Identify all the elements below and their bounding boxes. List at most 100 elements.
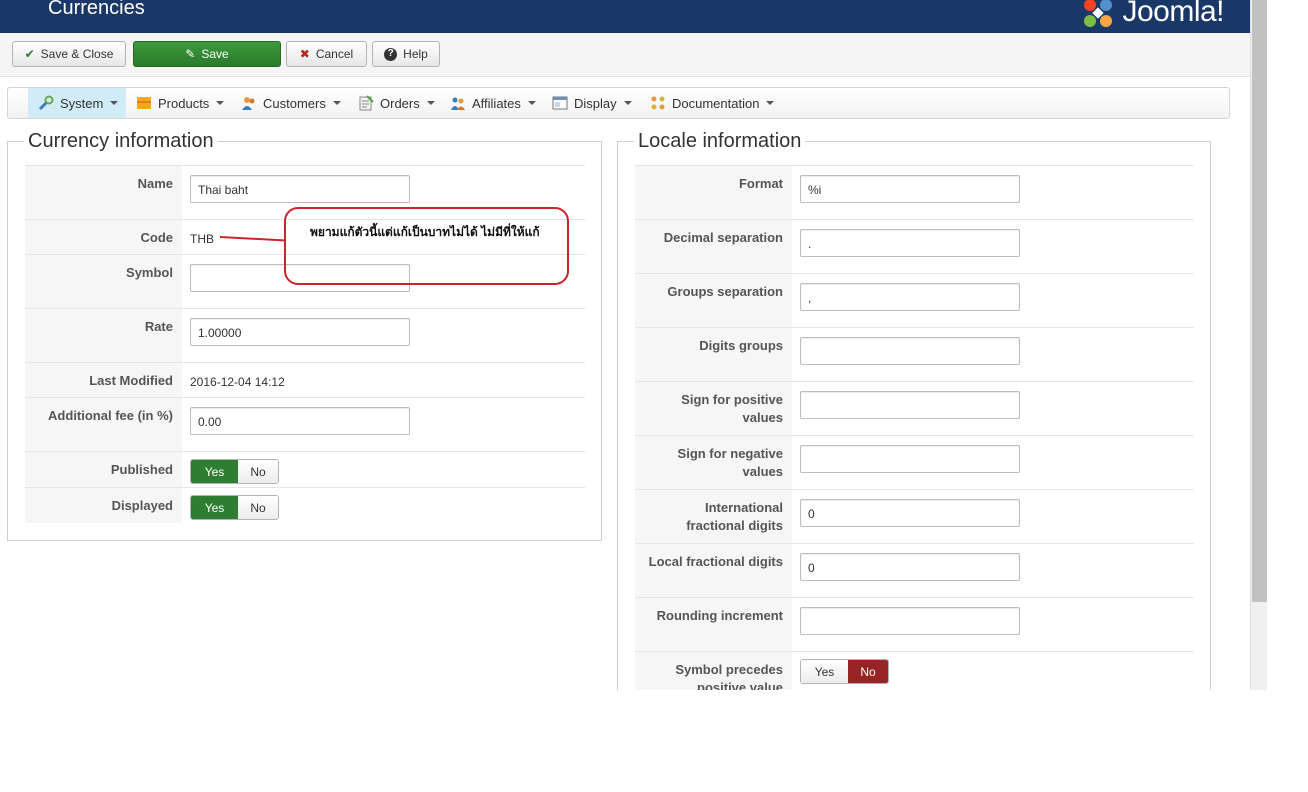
precedes-row: Symbol precedes positive value Yes No <box>635 651 1194 690</box>
local-input[interactable]: 0 <box>800 553 1020 581</box>
groups-row: Groups separation , <box>635 273 1194 327</box>
locale-fieldset: Locale information Format %i Decimal sep… <box>617 130 1211 690</box>
joomla-logo-text: Joomla! <box>1122 0 1224 28</box>
menu-display-label: Display <box>574 95 617 111</box>
intl-input[interactable]: 0 <box>800 499 1020 527</box>
precedes-yes-button[interactable]: Yes <box>801 660 848 683</box>
local-label: Local fractional digits <box>635 544 792 597</box>
symbol-label: Symbol <box>25 255 182 308</box>
caret-down-icon <box>110 101 119 105</box>
displayed-yes-button[interactable]: Yes <box>191 496 238 519</box>
page-title: Currencies <box>48 0 145 19</box>
caret-down-icon <box>623 101 632 105</box>
published-no-button[interactable]: No <box>238 460 278 483</box>
tools-icon <box>38 95 54 111</box>
format-row: Format %i <box>635 165 1194 219</box>
groups-input[interactable]: , <box>800 283 1020 311</box>
caret-down-icon <box>332 101 341 105</box>
published-label: Published <box>25 452 182 487</box>
name-label: Name <box>25 166 182 219</box>
joomla-logo[interactable]: Joomla! <box>1080 0 1224 30</box>
cancel-label: Cancel <box>315 47 354 61</box>
published-yes-button[interactable]: Yes <box>191 460 238 483</box>
code-label: Code <box>25 220 182 254</box>
menu-system-label: System <box>60 95 104 111</box>
menu-products[interactable]: Products <box>136 88 225 118</box>
published-row: Published Yes No <box>25 451 585 487</box>
cancel-icon: ✖ <box>299 47 310 61</box>
code-value: THB <box>190 232 214 246</box>
format-label: Format <box>635 166 792 219</box>
menu-system[interactable]: System <box>28 88 126 118</box>
caret-down-icon <box>766 101 775 105</box>
save-button[interactable]: ✎ Save <box>133 41 281 67</box>
rate-label: Rate <box>25 309 182 362</box>
local-row: Local fractional digits 0 <box>635 543 1194 597</box>
rounding-row: Rounding increment <box>635 597 1194 651</box>
check-icon: ✔ <box>24 47 35 61</box>
rate-row: Rate 1.00000 <box>25 308 585 362</box>
menu-orders[interactable]: Orders <box>358 88 435 118</box>
help-button[interactable]: ? Help <box>372 41 440 67</box>
fee-label: Additional fee (in %) <box>25 398 182 451</box>
positive-label: Sign for positive values <box>635 382 792 435</box>
page-viewport: Currencies Joomla! ✔ Save & Close ✎ Save… <box>0 0 1250 690</box>
caret-down-icon <box>527 101 536 105</box>
menu-display[interactable]: Display <box>552 88 632 118</box>
display-icon <box>552 95 568 111</box>
joomla-logo-icon <box>1084 0 1113 27</box>
digits-label: Digits groups <box>635 328 792 381</box>
edit-icon: ✎ <box>185 47 196 61</box>
currency-fieldset: Currency information Name Thai baht Code… <box>7 130 602 541</box>
save-close-label: Save & Close <box>40 47 114 61</box>
users-icon <box>241 95 257 111</box>
decimal-row: Decimal separation . <box>635 219 1194 273</box>
menu-affiliates-label: Affiliates <box>472 95 521 111</box>
box-icon <box>136 95 152 111</box>
precedes-label: Symbol precedes positive value <box>635 652 792 690</box>
name-input[interactable]: Thai baht <box>190 175 410 203</box>
locale-legend: Locale information <box>634 130 806 153</box>
save-label: Save <box>201 47 229 61</box>
displayed-no-button[interactable]: No <box>238 496 278 519</box>
negative-label: Sign for negative values <box>635 436 792 489</box>
displayed-toggle: Yes No <box>190 495 279 520</box>
digits-row: Digits groups <box>635 327 1194 381</box>
menu-orders-label: Orders <box>380 95 420 111</box>
menu-customers[interactable]: Customers <box>241 88 341 118</box>
groups-label: Groups separation <box>635 274 792 327</box>
fee-row: Additional fee (in %) 0.00 <box>25 397 585 451</box>
menu-documentation[interactable]: Documentation <box>650 88 775 118</box>
menu-products-label: Products <box>158 95 210 111</box>
negative-row: Sign for negative values <box>635 435 1194 489</box>
scrollbar-thumb[interactable] <box>1252 0 1267 602</box>
negative-input[interactable] <box>800 445 1020 473</box>
documentation-icon <box>650 95 666 111</box>
component-menu: System Products Customers Orders Affilia… <box>7 87 1230 119</box>
question-icon: ? <box>384 47 398 61</box>
fee-input[interactable]: 0.00 <box>190 407 410 435</box>
annotation-text: พยามแก้ตัวนี้แต่แก้เป็นบาทไม่ได้ ไม่มีที… <box>310 225 540 239</box>
vertical-scrollbar[interactable] <box>1250 0 1267 690</box>
caret-down-icon <box>216 101 225 105</box>
intl-label: International fractional digits <box>635 490 792 543</box>
displayed-label: Displayed <box>25 488 182 523</box>
modified-row: Last Modified 2016-12-04 14:12 <box>25 362 585 397</box>
published-toggle: Yes No <box>190 459 279 484</box>
action-toolbar: ✔ Save & Close ✎ Save ✖ Cancel ? Help <box>0 33 1250 77</box>
rate-input[interactable]: 1.00000 <box>190 318 410 346</box>
help-label: Help <box>403 47 428 61</box>
format-input[interactable]: %i <box>800 175 1020 203</box>
decimal-input[interactable]: . <box>800 229 1020 257</box>
precedes-no-button[interactable]: No <box>848 660 888 683</box>
digits-input[interactable] <box>800 337 1020 365</box>
annotation-callout <box>284 207 569 285</box>
positive-input[interactable] <box>800 391 1020 419</box>
modified-value: 2016-12-04 14:12 <box>190 375 285 389</box>
decimal-label: Decimal separation <box>635 220 792 273</box>
save-close-button[interactable]: ✔ Save & Close <box>12 41 126 67</box>
cancel-button[interactable]: ✖ Cancel <box>286 41 367 67</box>
orders-icon <box>358 95 374 111</box>
menu-affiliates[interactable]: Affiliates <box>450 88 536 118</box>
rounding-input[interactable] <box>800 607 1020 635</box>
